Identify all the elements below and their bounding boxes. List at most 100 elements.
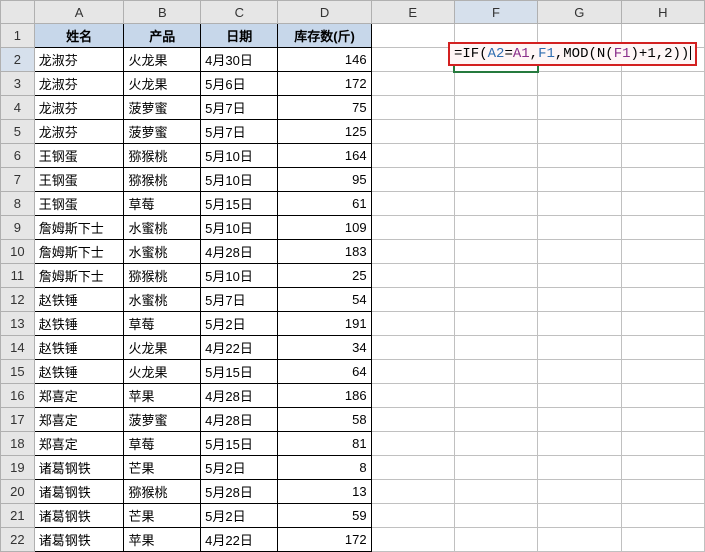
cell-G14[interactable]	[538, 336, 621, 360]
cell-H14[interactable]	[621, 336, 704, 360]
cell-B15[interactable]: 火龙果	[124, 360, 201, 384]
row-head[interactable]: 11	[1, 264, 35, 288]
row-head[interactable]: 16	[1, 384, 35, 408]
cell-H4[interactable]	[621, 96, 704, 120]
cell-F6[interactable]	[454, 144, 537, 168]
cell-B10[interactable]: 水蜜桃	[124, 240, 201, 264]
row-head[interactable]: 19	[1, 456, 35, 480]
row-head[interactable]: 8	[1, 192, 35, 216]
col-head-A[interactable]: A	[34, 1, 124, 24]
cell-C13[interactable]: 5月2日	[201, 312, 278, 336]
cell-A3[interactable]: 龙淑芬	[34, 72, 124, 96]
cell-D10[interactable]: 183	[278, 240, 371, 264]
cell-B4[interactable]: 菠萝蜜	[124, 96, 201, 120]
cell-D16[interactable]: 186	[278, 384, 371, 408]
col-head-D[interactable]: D	[278, 1, 371, 24]
cell-H3[interactable]	[621, 72, 704, 96]
cell-G12[interactable]	[538, 288, 621, 312]
cell-E14[interactable]	[371, 336, 454, 360]
cell-H18[interactable]	[621, 432, 704, 456]
cell-G10[interactable]	[538, 240, 621, 264]
cell-C9[interactable]: 5月10日	[201, 216, 278, 240]
spreadsheet-sheet[interactable]: A B C D E F G H 1姓名产品日期库存数(斤)2龙淑芬火龙果4月30…	[0, 0, 705, 518]
formula-edit-overlay[interactable]: =IF(A2=A1,F1,MOD(N(F1)+1,2))	[448, 42, 697, 66]
cell-E2[interactable]	[371, 48, 454, 72]
cell-F22[interactable]	[454, 528, 537, 552]
row-head[interactable]: 3	[1, 72, 35, 96]
cell-D7[interactable]: 95	[278, 168, 371, 192]
row-head[interactable]: 10	[1, 240, 35, 264]
cell-A11[interactable]: 詹姆斯下士	[34, 264, 124, 288]
cell-A10[interactable]: 詹姆斯下士	[34, 240, 124, 264]
cell-G13[interactable]	[538, 312, 621, 336]
cell-D17[interactable]: 58	[278, 408, 371, 432]
cell-E19[interactable]	[371, 456, 454, 480]
row-head[interactable]: 12	[1, 288, 35, 312]
cell-H12[interactable]	[621, 288, 704, 312]
row-head[interactable]: 7	[1, 168, 35, 192]
cell-B6[interactable]: 猕猴桃	[124, 144, 201, 168]
cell-G6[interactable]	[538, 144, 621, 168]
cell-B11[interactable]: 猕猴桃	[124, 264, 201, 288]
cell-G16[interactable]	[538, 384, 621, 408]
cell-H5[interactable]	[621, 120, 704, 144]
cell-G20[interactable]	[538, 480, 621, 504]
cell-F21[interactable]	[454, 504, 537, 528]
cell-H10[interactable]	[621, 240, 704, 264]
cell-A12[interactable]: 赵铁锤	[34, 288, 124, 312]
cell-A22[interactable]: 诸葛钢铁	[34, 528, 124, 552]
cell-G21[interactable]	[538, 504, 621, 528]
cell-D2[interactable]: 146	[278, 48, 371, 72]
cell-E3[interactable]	[371, 72, 454, 96]
cell-G9[interactable]	[538, 216, 621, 240]
cell-D19[interactable]: 8	[278, 456, 371, 480]
col-head-C[interactable]: C	[201, 1, 278, 24]
cell-A4[interactable]: 龙淑芬	[34, 96, 124, 120]
cell-H7[interactable]	[621, 168, 704, 192]
cell-H20[interactable]	[621, 480, 704, 504]
cell-F9[interactable]	[454, 216, 537, 240]
cell-D18[interactable]: 81	[278, 432, 371, 456]
cell-A17[interactable]: 郑喜定	[34, 408, 124, 432]
row-head[interactable]: 22	[1, 528, 35, 552]
cell-C16[interactable]: 4月28日	[201, 384, 278, 408]
cell-F17[interactable]	[454, 408, 537, 432]
row-head[interactable]: 20	[1, 480, 35, 504]
cell-D11[interactable]: 25	[278, 264, 371, 288]
cell-E21[interactable]	[371, 504, 454, 528]
cell-E13[interactable]	[371, 312, 454, 336]
cell-C11[interactable]: 5月10日	[201, 264, 278, 288]
row-head[interactable]: 9	[1, 216, 35, 240]
cell-B21[interactable]: 芒果	[124, 504, 201, 528]
cell-F13[interactable]	[454, 312, 537, 336]
cell-A21[interactable]: 诸葛钢铁	[34, 504, 124, 528]
cell-B19[interactable]: 芒果	[124, 456, 201, 480]
cell-D21[interactable]: 59	[278, 504, 371, 528]
cell-E8[interactable]	[371, 192, 454, 216]
cell-F10[interactable]	[454, 240, 537, 264]
col-head-F[interactable]: F	[454, 1, 537, 24]
cell-E4[interactable]	[371, 96, 454, 120]
col-head-E[interactable]: E	[371, 1, 454, 24]
cell-H17[interactable]	[621, 408, 704, 432]
cell-C1[interactable]: 日期	[201, 24, 278, 48]
cell-C20[interactable]: 5月28日	[201, 480, 278, 504]
cell-D12[interactable]: 54	[278, 288, 371, 312]
cell-C19[interactable]: 5月2日	[201, 456, 278, 480]
cell-E22[interactable]	[371, 528, 454, 552]
cell-H15[interactable]	[621, 360, 704, 384]
cell-H21[interactable]	[621, 504, 704, 528]
cell-A6[interactable]: 王钢蛋	[34, 144, 124, 168]
cell-F5[interactable]	[454, 120, 537, 144]
cell-C21[interactable]: 5月2日	[201, 504, 278, 528]
select-all-corner[interactable]	[1, 1, 35, 24]
cell-A5[interactable]: 龙淑芬	[34, 120, 124, 144]
row-head[interactable]: 2	[1, 48, 35, 72]
cell-G22[interactable]	[538, 528, 621, 552]
row-head[interactable]: 6	[1, 144, 35, 168]
col-head-B[interactable]: B	[124, 1, 201, 24]
cell-A2[interactable]: 龙淑芬	[34, 48, 124, 72]
cell-B12[interactable]: 水蜜桃	[124, 288, 201, 312]
cell-C15[interactable]: 5月15日	[201, 360, 278, 384]
col-head-H[interactable]: H	[621, 1, 704, 24]
